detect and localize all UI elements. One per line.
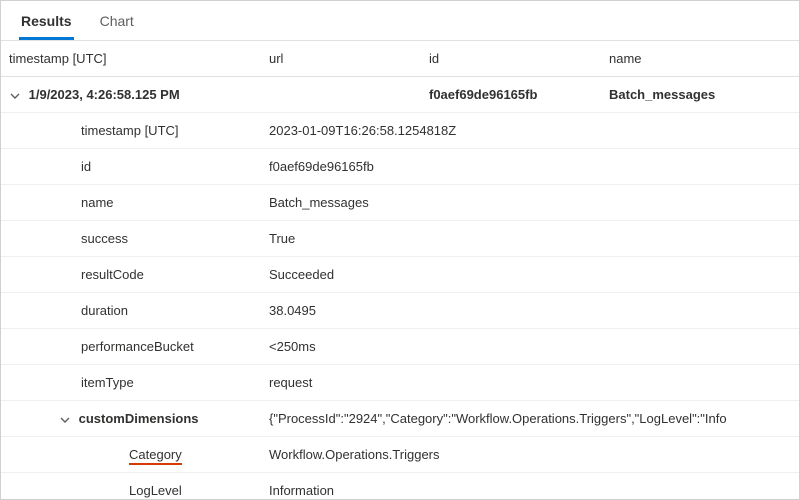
detail-key-resultcode: resultCode xyxy=(1,257,261,293)
detail-val-duration: 38.0495 xyxy=(261,293,799,329)
detail-row-itemtype: itemType request xyxy=(1,365,799,401)
nested-row-loglevel: LogLevel Information xyxy=(1,473,799,500)
table-header-row: timestamp [UTC] url id name xyxy=(1,41,799,77)
col-header-url[interactable]: url xyxy=(261,41,421,77)
detail-row-duration: duration 38.0495 xyxy=(1,293,799,329)
col-header-id[interactable]: id xyxy=(421,41,601,77)
tab-results[interactable]: Results xyxy=(19,3,74,40)
chevron-down-icon[interactable] xyxy=(9,88,21,102)
summary-row[interactable]: 1/9/2023, 4:26:58.125 PM f0aef69de96165f… xyxy=(1,77,799,113)
col-header-timestamp[interactable]: timestamp [UTC] xyxy=(1,41,261,77)
detail-key-duration: duration xyxy=(1,293,261,329)
detail-val-itemtype: request xyxy=(261,365,799,401)
detail-val-customdims: {"ProcessId":"2924","Category":"Workflow… xyxy=(261,401,799,437)
nested-val-category: Workflow.Operations.Triggers xyxy=(261,437,799,473)
summary-name: Batch_messages xyxy=(601,77,799,113)
detail-key-id: id xyxy=(1,149,261,185)
detail-val-success: True xyxy=(261,221,799,257)
detail-row-customdims[interactable]: customDimensions {"ProcessId":"2924","Ca… xyxy=(1,401,799,437)
nested-key-loglevel: LogLevel xyxy=(1,473,261,500)
nested-val-loglevel: Information xyxy=(261,473,799,500)
detail-val-timestamp: 2023-01-09T16:26:58.1254818Z xyxy=(261,113,799,149)
chevron-down-icon[interactable] xyxy=(59,412,71,426)
summary-url xyxy=(261,77,421,113)
nested-key-category: Category xyxy=(129,447,182,465)
tab-bar: Results Chart xyxy=(1,1,799,41)
detail-val-id: f0aef69de96165fb xyxy=(261,149,799,185)
detail-key-customdims: customDimensions xyxy=(79,411,199,426)
detail-key-success: success xyxy=(1,221,261,257)
nested-row-category: Category Workflow.Operations.Triggers xyxy=(1,437,799,473)
detail-val-name: Batch_messages xyxy=(261,185,799,221)
results-table: timestamp [UTC] url id name 1/9/2023, 4:… xyxy=(1,41,799,499)
detail-key-itemtype: itemType xyxy=(1,365,261,401)
detail-key-name: name xyxy=(1,185,261,221)
detail-row-name: name Batch_messages xyxy=(1,185,799,221)
detail-row-timestamp: timestamp [UTC] 2023-01-09T16:26:58.1254… xyxy=(1,113,799,149)
detail-row-perfbucket: performanceBucket <250ms xyxy=(1,329,799,365)
detail-val-perfbucket: <250ms xyxy=(261,329,799,365)
col-header-name[interactable]: name xyxy=(601,41,799,77)
tab-chart[interactable]: Chart xyxy=(98,3,136,40)
results-table-wrap: timestamp [UTC] url id name 1/9/2023, 4:… xyxy=(1,41,799,499)
detail-row-id: id f0aef69de96165fb xyxy=(1,149,799,185)
detail-val-resultcode: Succeeded xyxy=(261,257,799,293)
detail-key-timestamp: timestamp [UTC] xyxy=(1,113,261,149)
summary-id: f0aef69de96165fb xyxy=(421,77,601,113)
detail-key-perfbucket: performanceBucket xyxy=(1,329,261,365)
detail-row-resultcode: resultCode Succeeded xyxy=(1,257,799,293)
detail-row-success: success True xyxy=(1,221,799,257)
summary-timestamp: 1/9/2023, 4:26:58.125 PM xyxy=(29,87,180,102)
